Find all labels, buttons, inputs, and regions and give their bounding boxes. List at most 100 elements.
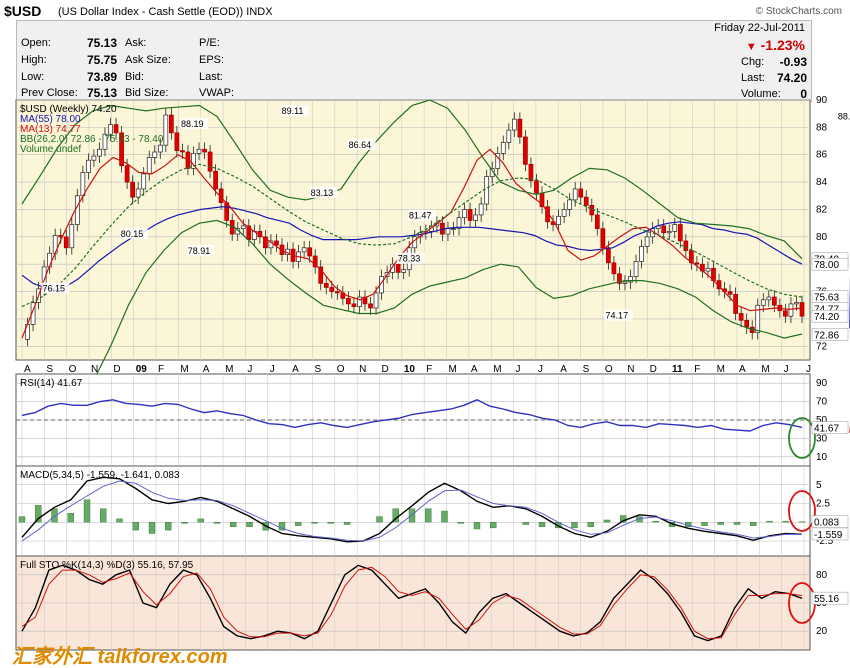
price-candle xyxy=(102,133,108,150)
price-right-label: 74.77 xyxy=(814,304,839,315)
rsi-highlight-circle xyxy=(788,417,816,459)
sto-right-label-box xyxy=(811,591,849,605)
x-tick-label: O xyxy=(605,364,613,375)
price-annotation: 88.19 xyxy=(181,119,204,129)
price-right-label-box xyxy=(811,257,849,271)
price-candle xyxy=(572,188,578,201)
x-tick-label: F xyxy=(158,364,164,375)
price-candle xyxy=(600,228,606,249)
macd-y-tick: 5 xyxy=(816,480,822,491)
x-tick-label: N xyxy=(91,364,98,375)
price-candle xyxy=(207,151,213,172)
price-annotation-bg xyxy=(309,187,338,199)
price-candle xyxy=(86,159,91,173)
price-candle xyxy=(528,163,534,182)
price-candle xyxy=(141,173,147,190)
price-right-label: 74.20 xyxy=(814,312,839,323)
price-candle xyxy=(351,303,357,307)
price-y-tick: 82 xyxy=(816,204,828,215)
price-series-line xyxy=(21,219,803,425)
macd-histogram-bar xyxy=(197,518,204,523)
rsi-right-label: 41.67 xyxy=(814,424,839,435)
price-candle xyxy=(174,132,180,151)
price-candle xyxy=(290,248,296,262)
price-annotation: 78.33 xyxy=(398,254,421,264)
symbol-name: (US Dollar Index - Cash Settle (EOD)) IN… xyxy=(58,6,273,18)
price-y-tick: 80 xyxy=(816,232,828,243)
price-candle xyxy=(74,195,80,225)
high-label: High: xyxy=(21,54,47,66)
macd-histogram-bar xyxy=(392,508,399,523)
eps-label: EPS: xyxy=(199,54,225,66)
x-tick-label: M xyxy=(493,364,501,375)
sto-right-label: 55.16 xyxy=(814,594,839,605)
price-panel-frame xyxy=(15,99,811,361)
macd-histogram-bar xyxy=(701,522,708,526)
price-annotation: 89.11 xyxy=(282,106,304,116)
price-candle xyxy=(716,280,722,290)
price-candle xyxy=(672,224,678,232)
price-annotation-bg xyxy=(396,252,425,264)
price-candle xyxy=(700,263,705,272)
price-candle xyxy=(362,296,368,305)
price-series-line xyxy=(21,99,803,260)
price-candle xyxy=(152,151,158,158)
price-annotation-bg xyxy=(604,309,633,321)
price-candle xyxy=(417,232,423,238)
price-candle xyxy=(196,148,202,154)
price-legend-text: BB(26,2.0) 72.86 - 75.63 - 78.40 xyxy=(20,134,164,145)
price-candle xyxy=(246,225,252,240)
price-right-label-box xyxy=(811,302,849,315)
quote-panel: Open: 75.13 High: 75.75 Low: 73.89 Prev … xyxy=(16,20,812,102)
x-tick-label: M xyxy=(449,364,457,375)
price-candle xyxy=(163,114,169,146)
x-tick-label: O xyxy=(69,364,77,375)
price-candle xyxy=(340,292,346,299)
price-candle xyxy=(240,225,246,229)
price-candle xyxy=(738,313,744,321)
symbol-title: $USD xyxy=(4,3,42,19)
price-candle xyxy=(506,129,512,143)
macd-histogram-bar xyxy=(132,522,139,531)
macd-histogram-bar xyxy=(246,522,253,527)
price-legend-text: $USD (Weekly) 74.20 xyxy=(20,104,117,115)
price-annotation: 78.91 xyxy=(188,246,211,256)
price-series-line xyxy=(21,148,803,339)
macd-histogram-bar xyxy=(18,516,26,523)
x-tick-label: 11 xyxy=(672,364,683,375)
price-candle xyxy=(97,148,102,157)
source-credit: © StockCharts.com xyxy=(755,6,842,17)
price-candle xyxy=(412,236,418,249)
price-candle xyxy=(169,114,174,134)
price-candle xyxy=(157,144,163,153)
rsi-y-tick: 50 xyxy=(816,415,828,426)
x-tick-label: J xyxy=(270,364,275,375)
price-candle xyxy=(594,214,600,229)
price-candle xyxy=(301,247,307,253)
price-candle xyxy=(235,228,241,235)
price-y-tick: 88 xyxy=(816,122,828,133)
price-candle xyxy=(545,206,550,223)
x-tick-label: J xyxy=(247,364,252,375)
chg-value: -0.93 xyxy=(779,55,807,69)
pe-label: P/E: xyxy=(199,37,220,49)
macd-histogram-bar xyxy=(636,516,643,523)
price-candle xyxy=(434,222,440,227)
x-tick-label: M xyxy=(225,364,233,375)
vwap-label: VWAP: xyxy=(199,87,235,99)
macd-histogram-bar xyxy=(587,522,594,527)
price-candle xyxy=(108,124,113,135)
macd-highlight-circle xyxy=(788,490,816,532)
price-right-label-box xyxy=(811,328,849,341)
macd-histogram-bar xyxy=(603,519,611,523)
price-candle xyxy=(124,165,130,183)
rsi-y-tick: 30 xyxy=(816,433,828,444)
price-candle xyxy=(495,153,501,169)
price-candle xyxy=(777,304,783,312)
x-tick-label: S xyxy=(314,364,321,375)
price-y-tick: 84 xyxy=(816,177,828,188)
price-candle xyxy=(550,221,556,225)
price-annotation-bg xyxy=(186,244,215,256)
last-label: Last: xyxy=(199,71,223,83)
price-series-line xyxy=(21,206,803,291)
